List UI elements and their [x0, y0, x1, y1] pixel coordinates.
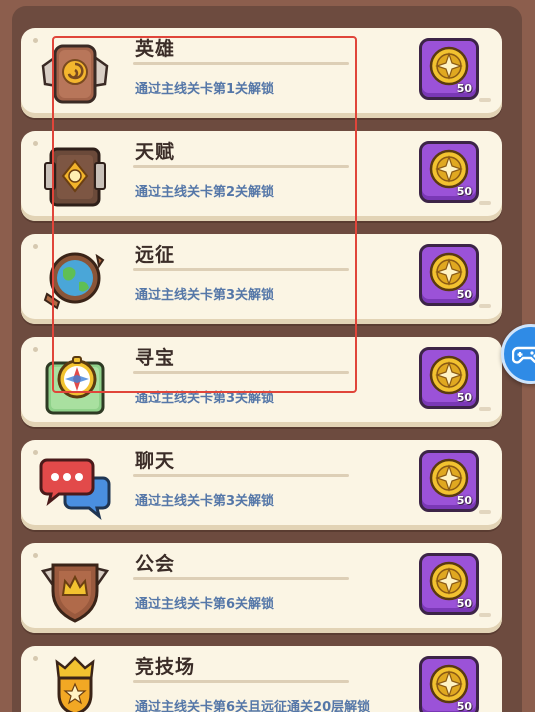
reward-count: 50	[456, 597, 472, 610]
talent-icon	[37, 139, 113, 213]
feature-name: 竞技场	[135, 656, 196, 678]
hero-icon	[37, 36, 113, 110]
reward-bar-decoration	[479, 98, 491, 102]
unlock-condition: 通过主线关卡第6关解锁	[135, 597, 275, 612]
feature-name: 天赋	[135, 141, 176, 163]
title-divider	[133, 680, 349, 683]
feature-unlock-list[interactable]: 英雄 通过主线关卡第1关解锁 50 天赋 通过主线关卡第2关解锁 50 远征 通…	[0, 0, 535, 712]
feature-row-treasure-hunt[interactable]: 寻宝 通过主线关卡第3关解锁 50	[21, 337, 502, 427]
gold-compass-coin-icon	[429, 46, 469, 86]
feature-row-hero[interactable]: 英雄 通过主线关卡第1关解锁 50	[21, 28, 502, 118]
reward-bar-decoration	[479, 201, 491, 205]
feature-row-expedition[interactable]: 远征 通过主线关卡第3关解锁 50	[21, 234, 502, 324]
title-divider	[133, 371, 349, 374]
feature-row-guild[interactable]: 公会 通过主线关卡第6关解锁 50	[21, 543, 502, 633]
reward-item[interactable]: 50	[419, 141, 479, 203]
unlock-condition: 通过主线关卡第2关解锁	[135, 185, 275, 200]
unlock-condition: 通过主线关卡第6关且远征通关20层解锁	[135, 700, 371, 712]
treasure-hunt-compass-icon	[37, 345, 113, 419]
reward-count: 50	[456, 82, 472, 95]
feature-row-arena[interactable]: 竞技场 通过主线关卡第6关且远征通关20层解锁 50	[21, 646, 502, 712]
title-divider	[133, 577, 349, 580]
reward-count: 50	[456, 185, 472, 198]
gold-compass-coin-icon	[429, 355, 469, 395]
reward-bar-decoration	[479, 613, 491, 617]
reward-count: 50	[456, 288, 472, 301]
gold-compass-coin-icon	[429, 664, 469, 704]
expedition-globe-icon	[37, 242, 113, 316]
gold-compass-coin-icon	[429, 252, 469, 292]
reward-count: 50	[456, 494, 472, 507]
title-divider	[133, 165, 349, 168]
feature-row-talent[interactable]: 天赋 通过主线关卡第2关解锁 50	[21, 131, 502, 221]
reward-count: 50	[456, 391, 472, 404]
reward-item[interactable]: 50	[419, 347, 479, 409]
gamepad-icon	[512, 346, 535, 364]
title-divider	[133, 268, 349, 271]
reward-item[interactable]: 50	[419, 38, 479, 100]
reward-bar-decoration	[479, 304, 491, 308]
feature-name: 公会	[135, 553, 176, 575]
reward-bar-decoration	[479, 510, 491, 514]
unlock-condition: 通过主线关卡第3关解锁	[135, 494, 275, 509]
title-divider	[133, 474, 349, 477]
unlock-condition: 通过主线关卡第3关解锁	[135, 391, 275, 406]
arena-trophy-icon	[37, 654, 113, 712]
title-divider	[133, 62, 349, 65]
chat-bubbles-icon	[37, 448, 113, 522]
reward-item[interactable]: 50	[419, 450, 479, 512]
gold-compass-coin-icon	[429, 458, 469, 498]
feature-name: 英雄	[135, 38, 176, 60]
unlock-condition: 通过主线关卡第1关解锁	[135, 82, 275, 97]
feature-row-chat[interactable]: 聊天 通过主线关卡第3关解锁 50	[21, 440, 502, 530]
reward-item[interactable]: 50	[419, 244, 479, 306]
gold-compass-coin-icon	[429, 561, 469, 601]
reward-bar-decoration	[479, 407, 491, 411]
gold-compass-coin-icon	[429, 149, 469, 189]
unlock-condition: 通过主线关卡第3关解锁	[135, 288, 275, 303]
reward-item[interactable]: 50	[419, 656, 479, 712]
reward-item[interactable]: 50	[419, 553, 479, 615]
feature-name: 寻宝	[135, 347, 176, 369]
guild-shield-icon	[37, 551, 113, 625]
feature-unlock-screen: 英雄 通过主线关卡第1关解锁 50 天赋 通过主线关卡第2关解锁 50 远征 通…	[0, 0, 535, 712]
feature-name: 聊天	[135, 450, 176, 472]
feature-name: 远征	[135, 244, 176, 266]
reward-count: 50	[456, 700, 472, 712]
